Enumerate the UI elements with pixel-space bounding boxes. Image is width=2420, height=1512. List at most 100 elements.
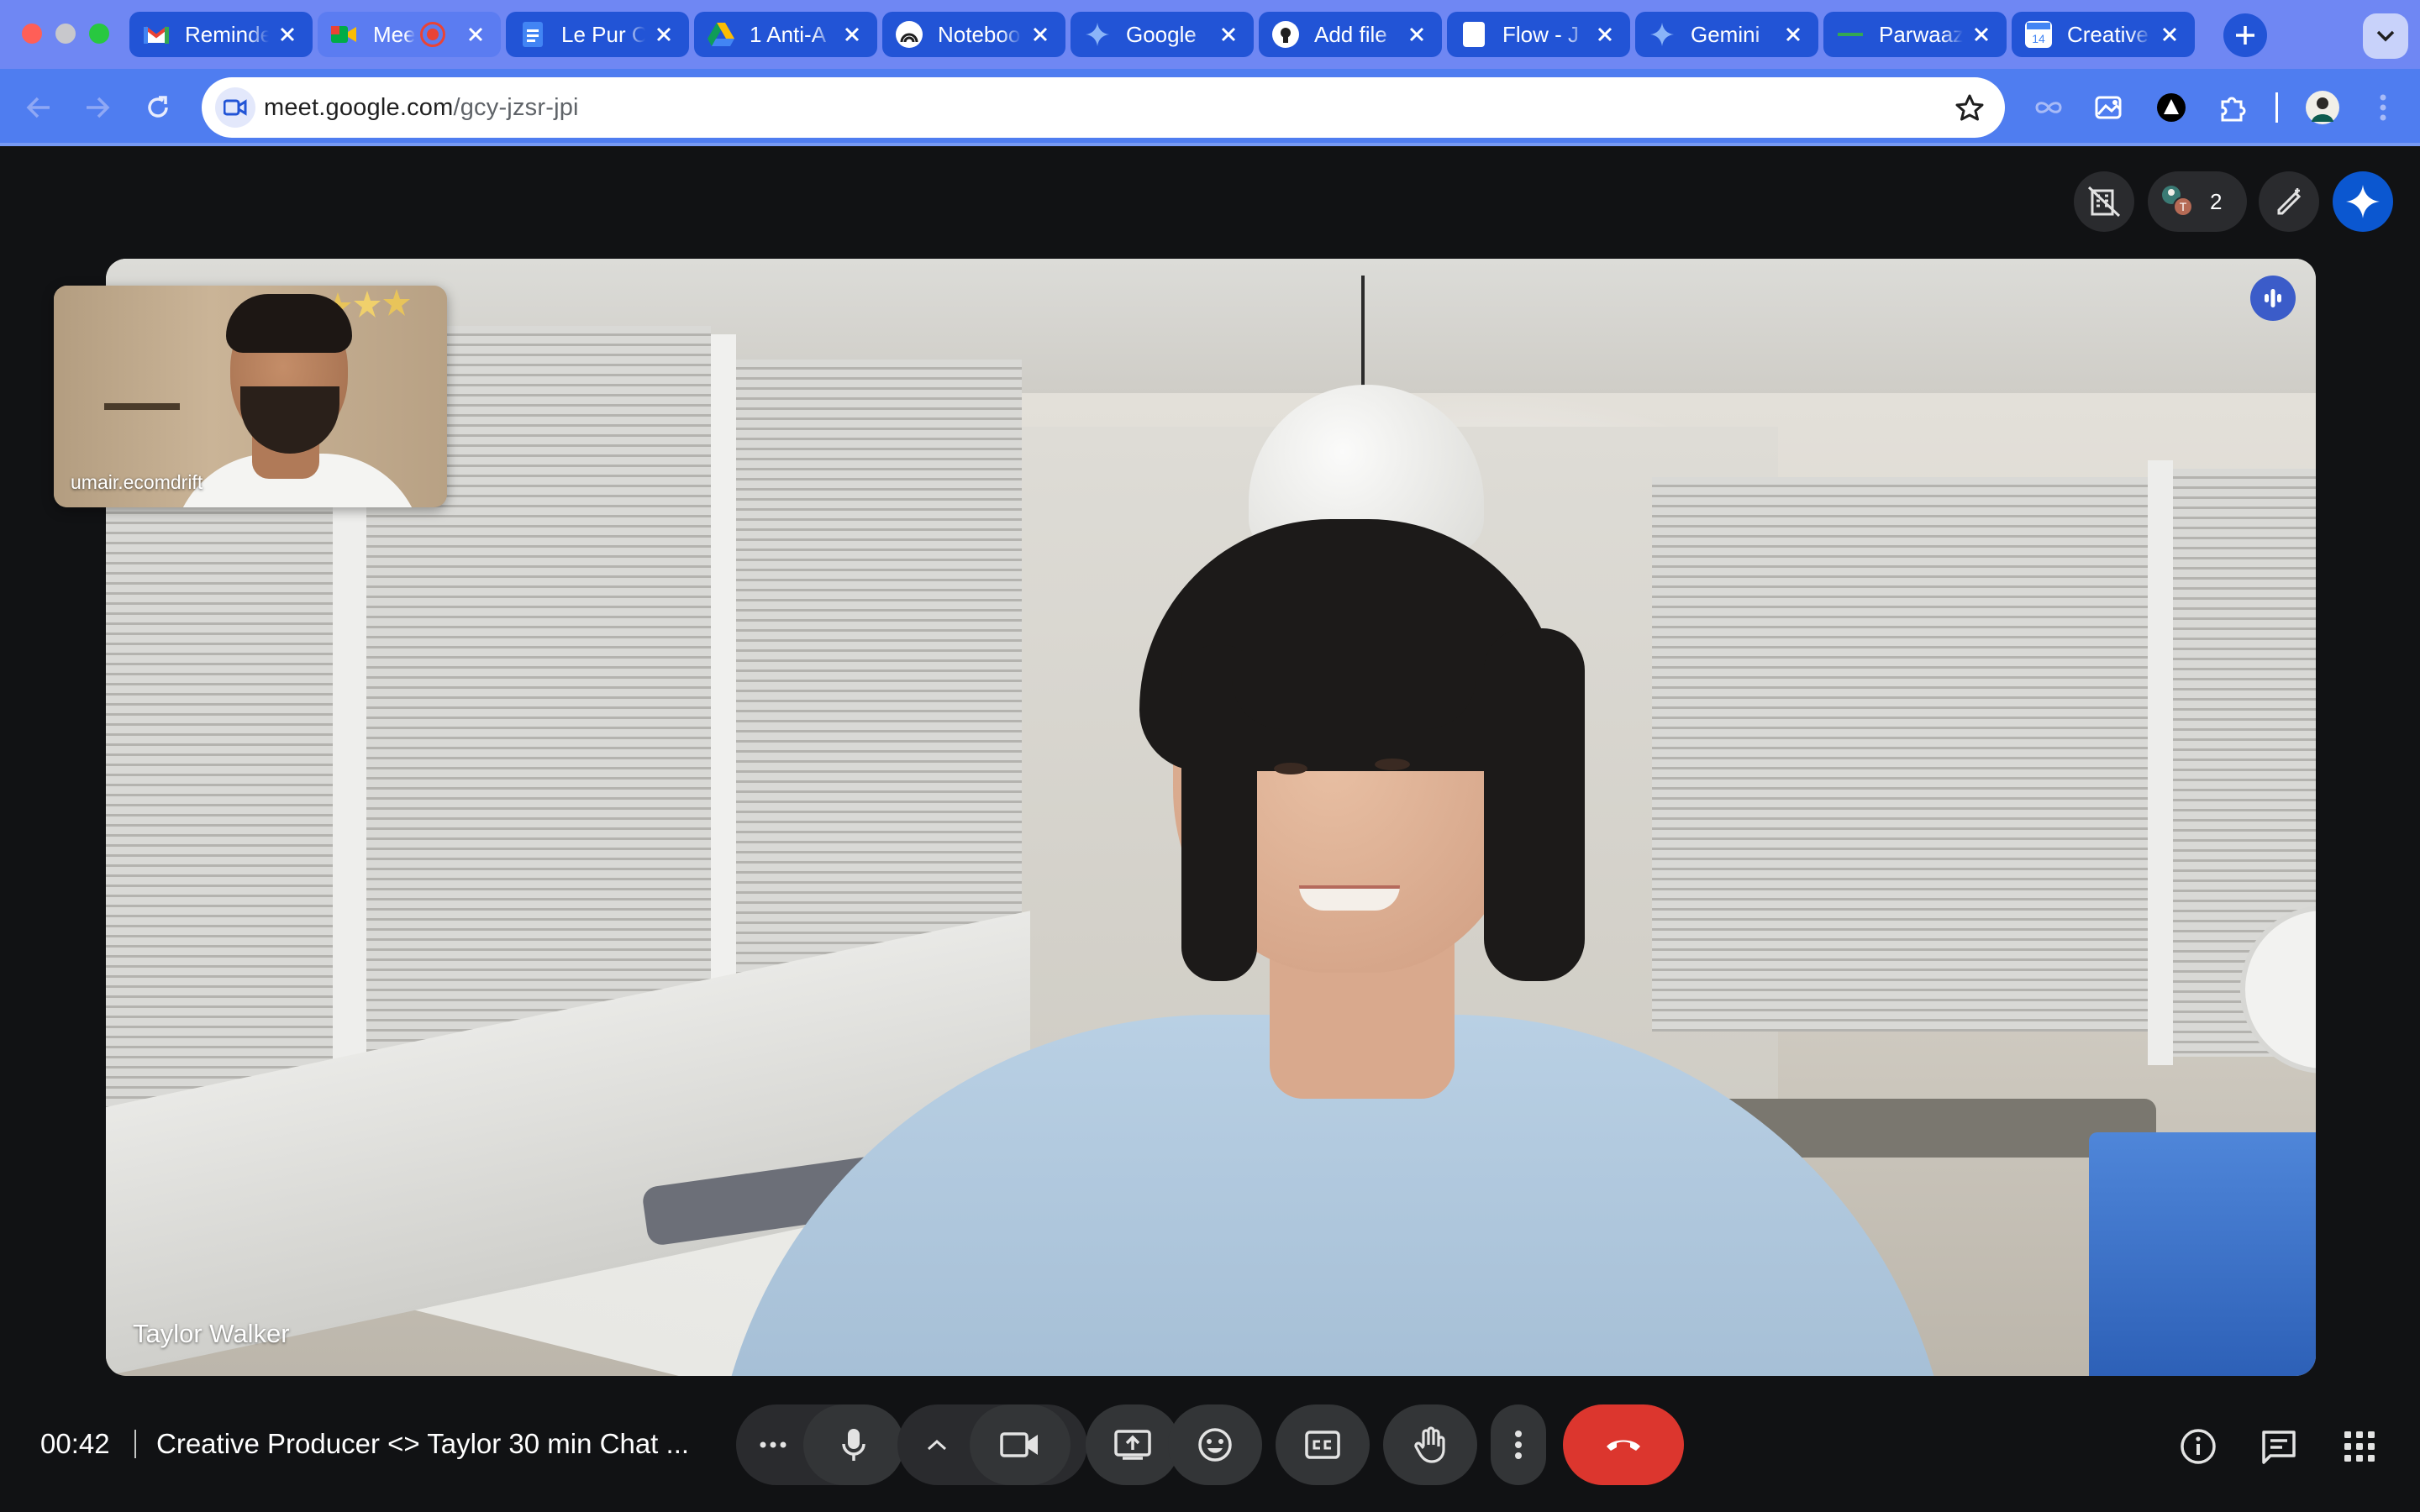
- participants-avatars-icon: T: [2160, 183, 2196, 220]
- url-path: /gcy-jzsr-jpi: [453, 93, 579, 121]
- tab-meet[interactable]: Meet: [318, 12, 501, 57]
- reload-button[interactable]: [138, 87, 178, 128]
- plus-icon: [2236, 26, 2254, 45]
- extension-badge-icon[interactable]: [2151, 87, 2191, 128]
- url-host: meet.google.com: [264, 93, 454, 121]
- tab-title: Add file: [1314, 21, 1387, 47]
- captions-button[interactable]: [1276, 1404, 1370, 1485]
- tab-docs[interactable]: Le Pur Co: [506, 12, 689, 57]
- tab-parwaaz[interactable]: Parwaaz: [1823, 12, 2007, 57]
- url-text[interactable]: meet.google.com/gcy-jzsr-jpi: [264, 94, 579, 122]
- new-tab-button[interactable]: [2223, 13, 2267, 57]
- tab-github[interactable]: Add file: [1259, 12, 1442, 57]
- zoom-window-button[interactable]: [89, 24, 109, 44]
- chat-button[interactable]: [2255, 1423, 2302, 1470]
- minimize-window-button[interactable]: [55, 24, 76, 44]
- svg-text:14: 14: [2032, 32, 2045, 45]
- more-horiz-icon: [760, 1441, 786, 1448]
- blue-cabinet: [2089, 1132, 2316, 1376]
- video-options-button[interactable]: [897, 1404, 976, 1485]
- gemini-icon: [1084, 21, 1111, 48]
- audio-options-button[interactable]: [736, 1404, 810, 1485]
- profile-avatar[interactable]: [2302, 87, 2343, 128]
- hidden-tiles-button[interactable]: [2074, 171, 2134, 232]
- call-end-icon: [1607, 1440, 1640, 1451]
- tab-gmail[interactable]: Reminder: [129, 12, 313, 57]
- browser-menu-button[interactable]: [2363, 87, 2403, 128]
- close-icon[interactable]: [2158, 23, 2181, 46]
- tab-calendar[interactable]: 14 Creative: [2012, 12, 2195, 57]
- address-bar[interactable]: meet.google.com/gcy-jzsr-jpi: [202, 77, 2005, 138]
- tab-title: Parwaaz: [1879, 21, 1963, 47]
- close-icon[interactable]: [1028, 23, 1052, 46]
- meeting-details-button[interactable]: [2175, 1423, 2222, 1470]
- tab-notebooklm[interactable]: Notebook: [882, 12, 1065, 57]
- audio-level-icon: [2265, 289, 2281, 307]
- mic-icon: [842, 1429, 865, 1461]
- self-shelf: [104, 403, 180, 410]
- image-extension-icon[interactable]: [2089, 87, 2129, 128]
- close-icon[interactable]: [1593, 23, 1617, 46]
- meeting-clock: 00:42: [40, 1428, 110, 1459]
- camera-button[interactable]: [970, 1404, 1071, 1485]
- tab-google[interactable]: Google: [1071, 12, 1254, 57]
- gemini-icon: [1649, 21, 1676, 48]
- puzzle-extensions-icon[interactable]: [2212, 87, 2252, 128]
- person-eye-left: [1274, 763, 1307, 774]
- tab-search-button[interactable]: [2363, 13, 2408, 59]
- back-button[interactable]: [18, 87, 59, 128]
- closed-caption-icon: [1305, 1431, 1340, 1459]
- calendar-icon: 14: [2025, 21, 2052, 48]
- activities-button[interactable]: [2336, 1423, 2383, 1470]
- docs-icon: [519, 21, 546, 48]
- hand-icon: [1414, 1426, 1445, 1463]
- close-icon[interactable]: [652, 23, 676, 46]
- gemini-button[interactable]: [2333, 171, 2393, 232]
- pen-sparkle-icon: [2277, 188, 2302, 215]
- raise-hand-button[interactable]: [1383, 1404, 1477, 1485]
- meet-stage: T 2 Taylor Walker umair.ecomdrift 00:42 …: [0, 150, 2420, 1512]
- blinds-right: [1652, 477, 2148, 1032]
- self-name-label: umair.ecomdrift: [71, 471, 203, 493]
- tab-title: Meet: [373, 21, 415, 47]
- reactions-button[interactable]: [1168, 1404, 1262, 1485]
- person-hair-right: [1484, 628, 1585, 981]
- meet-icon: [331, 21, 358, 48]
- close-icon[interactable]: [464, 23, 487, 46]
- tab-gemini[interactable]: Gemini: [1635, 12, 1818, 57]
- bookmark-star-icon[interactable]: [1951, 89, 1988, 126]
- present-to-all-icon: [1114, 1430, 1151, 1460]
- more-vert-icon: [2380, 94, 2386, 121]
- close-window-button[interactable]: [22, 24, 42, 44]
- self-video-tile[interactable]: umair.ecomdrift: [54, 286, 447, 507]
- tab-title: 1 Anti-A: [750, 21, 827, 47]
- leave-call-button[interactable]: [1563, 1404, 1684, 1485]
- videocam-icon: [1000, 1432, 1038, 1457]
- details-divider: [134, 1430, 136, 1458]
- close-icon[interactable]: [276, 23, 299, 46]
- present-screen-button[interactable]: [1086, 1404, 1180, 1485]
- recording-icon: [420, 22, 445, 47]
- arrow-right-icon: [87, 97, 110, 118]
- close-icon[interactable]: [840, 23, 864, 46]
- tab-flow[interactable]: Flow - J: [1447, 12, 1630, 57]
- microphone-button[interactable]: [803, 1404, 904, 1485]
- forward-button[interactable]: [77, 87, 118, 128]
- close-icon[interactable]: [1970, 23, 1993, 46]
- github-icon: [1272, 21, 1299, 48]
- building-off-icon: [2087, 186, 2121, 218]
- person-eye-right: [1375, 759, 1410, 770]
- close-icon[interactable]: [1781, 23, 1805, 46]
- close-icon[interactable]: [1217, 23, 1240, 46]
- info-icon: [2181, 1429, 2216, 1464]
- participant-count: 2: [2210, 188, 2223, 214]
- chevron-down-icon: [2376, 30, 2395, 42]
- close-icon[interactable]: [1405, 23, 1428, 46]
- site-info-icon[interactable]: [215, 87, 255, 128]
- person-smile: [1299, 885, 1400, 911]
- more-options-button[interactable]: [1491, 1404, 1546, 1485]
- host-controls-button[interactable]: [2259, 171, 2319, 232]
- people-button[interactable]: T 2: [2148, 171, 2247, 232]
- tab-drive[interactable]: 1 Anti-A: [694, 12, 877, 57]
- infinity-extension-icon[interactable]: [2028, 87, 2069, 128]
